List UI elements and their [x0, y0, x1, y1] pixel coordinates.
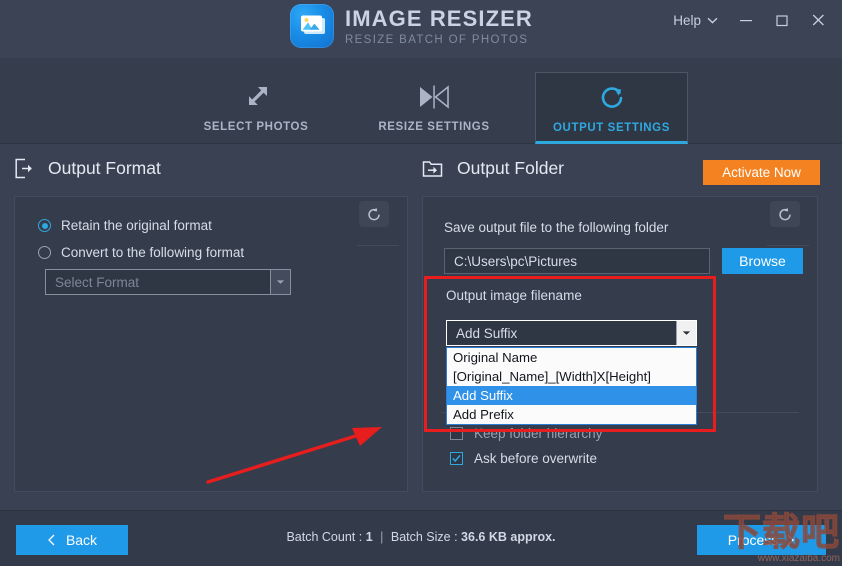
tab-select-photos[interactable]: SELECT PHOTOS [181, 72, 331, 144]
output-filename-label: Output image filename [446, 288, 582, 303]
reset-underline [767, 245, 809, 246]
app-window: IMAGE RESIZER RESIZE BATCH OF PHOTOS Hel… [0, 0, 842, 566]
tab-output-settings[interactable]: OUTPUT SETTINGS [535, 72, 688, 144]
output-filename-combo[interactable]: Add Suffix [446, 320, 697, 346]
tab-resize-settings[interactable]: RESIZE SETTINGS [359, 72, 509, 144]
output-format-reset-button[interactable] [359, 201, 389, 227]
checkbox-indicator [450, 427, 463, 440]
browse-label: Browse [739, 253, 786, 269]
reset-arrow-icon [778, 207, 791, 220]
dropdown-option-selected[interactable]: Add Suffix [447, 386, 696, 405]
output-format-header: Output Format [14, 158, 161, 179]
batch-size-label: Batch Size : [390, 530, 458, 544]
radio-label: Convert to the following format [61, 245, 245, 260]
dropdown-option[interactable]: Add Prefix [447, 405, 696, 424]
tab-label: RESIZE SETTINGS [378, 121, 490, 133]
activate-now-label: Activate Now [722, 165, 801, 180]
maximize-icon [776, 14, 788, 26]
status-separator: | [380, 530, 384, 544]
checkbox-ask-before-overwrite[interactable]: Ask before overwrite [450, 451, 597, 466]
radio-retain-original-format[interactable]: Retain the original format [38, 218, 212, 233]
tab-label: OUTPUT SETTINGS [553, 122, 670, 134]
minimize-button[interactable] [728, 3, 764, 37]
radio-indicator [38, 219, 51, 232]
close-button[interactable] [800, 3, 836, 37]
photos-stack-icon [290, 4, 334, 48]
output-format-title: Output Format [48, 158, 161, 178]
tab-label: SELECT PHOTOS [203, 121, 309, 133]
help-label: Help [673, 12, 701, 28]
output-folder-reset-button[interactable] [770, 201, 800, 227]
browse-button[interactable]: Browse [722, 248, 803, 274]
checkbox-indicator [450, 452, 463, 465]
app-brand: IMAGE RESIZER RESIZE BATCH OF PHOTOS [290, 4, 533, 48]
checkbox-label: Keep folder hierarchy [474, 426, 603, 441]
checkbox-keep-folder-hierarchy[interactable]: Keep folder hierarchy [450, 426, 602, 441]
reset-arrow-icon [367, 207, 380, 220]
tab-strip: SELECT PHOTOS RESIZE SETTINGS OUTPUT SET… [0, 58, 842, 185]
title-bar: IMAGE RESIZER RESIZE BATCH OF PHOTOS Hel… [0, 0, 842, 58]
batch-size-value: 36.6 KB approx. [461, 530, 556, 544]
export-box-icon [15, 158, 32, 179]
folder-import-icon [422, 161, 443, 177]
batch-count-label: Batch Count : [286, 530, 363, 544]
process-button[interactable]: Process [697, 525, 826, 555]
output-path-input[interactable]: C:\Users\pc\Pictures [444, 248, 710, 274]
output-path-value: C:\Users\pc\Pictures [454, 253, 578, 269]
red-pointer-arrow [206, 427, 382, 484]
activate-now-button[interactable]: Activate Now [703, 160, 820, 185]
dropdown-option[interactable]: [Original_Name]_[Width]X[Height] [447, 367, 696, 386]
caret-down-icon[interactable] [270, 270, 290, 294]
process-label: Process [727, 532, 779, 548]
output-filename-dropdown-list[interactable]: Original Name [Original_Name]_[Width]X[H… [446, 347, 697, 425]
app-subtitle: RESIZE BATCH OF PHOTOS [345, 33, 529, 46]
save-output-label: Save output file to the following folder [444, 220, 669, 235]
minimize-icon [740, 20, 752, 22]
radio-indicator [38, 246, 51, 259]
refresh-circle-icon [598, 83, 626, 113]
close-icon [812, 14, 824, 26]
app-title: IMAGE RESIZER [345, 5, 533, 31]
batch-count-value: 1 [365, 530, 373, 544]
bottom-bar: Back Batch Count : 1 | Batch Size : 36.6… [0, 510, 842, 566]
maximize-button[interactable] [764, 3, 800, 37]
reset-underline [357, 245, 399, 246]
output-folder-title: Output Folder [457, 158, 564, 178]
chevron-right-icon [787, 534, 795, 546]
output-filename-value: Add Suffix [456, 325, 518, 341]
help-menu[interactable]: Help [663, 7, 728, 34]
select-format-placeholder: Select Format [55, 274, 140, 290]
dropdown-option[interactable]: Original Name [447, 348, 696, 367]
window-controls: Help [663, 0, 836, 40]
select-format-combo[interactable]: Select Format [45, 269, 291, 295]
output-folder-header: Output Folder [422, 158, 564, 179]
checkbox-label: Ask before overwrite [474, 451, 598, 466]
radio-convert-to-format[interactable]: Convert to the following format [38, 245, 244, 260]
chevron-down-icon [707, 17, 718, 24]
radio-label: Retain the original format [61, 218, 212, 233]
resize-diagonal-arrows-icon [242, 82, 270, 112]
caret-down-icon[interactable] [676, 321, 696, 345]
mirror-triangles-icon [417, 82, 451, 112]
